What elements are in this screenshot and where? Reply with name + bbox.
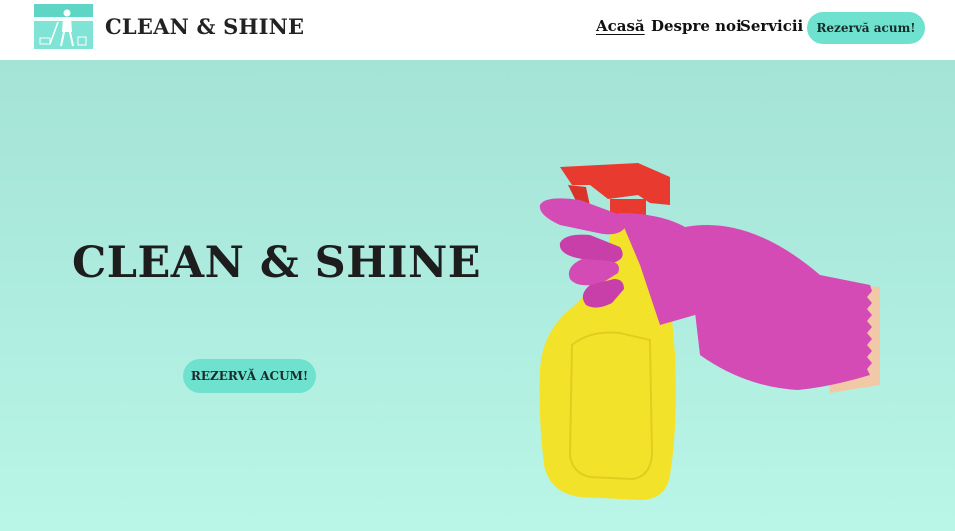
logo-icon[interactable] — [34, 4, 93, 49]
hero-title: CLEAN & SHINE — [72, 238, 482, 288]
header-book-button[interactable]: Rezervă acum! — [807, 12, 925, 44]
spray-bottle-glove-icon — [520, 155, 880, 515]
site-header: CLEAN & SHINE Acasă Despre noi Servicii … — [0, 0, 955, 60]
nav-link-despre-noi[interactable]: Despre noi — [651, 17, 742, 35]
nav-link-acasa[interactable]: Acasă — [596, 17, 645, 35]
hero-book-button[interactable]: REZERVĂ ACUM! — [183, 359, 316, 393]
brand-name[interactable]: CLEAN & SHINE — [105, 14, 304, 39]
nav-link-servicii[interactable]: Servicii — [740, 17, 803, 35]
hero-section: CLEAN & SHINE REZERVĂ ACUM! — [0, 60, 955, 531]
